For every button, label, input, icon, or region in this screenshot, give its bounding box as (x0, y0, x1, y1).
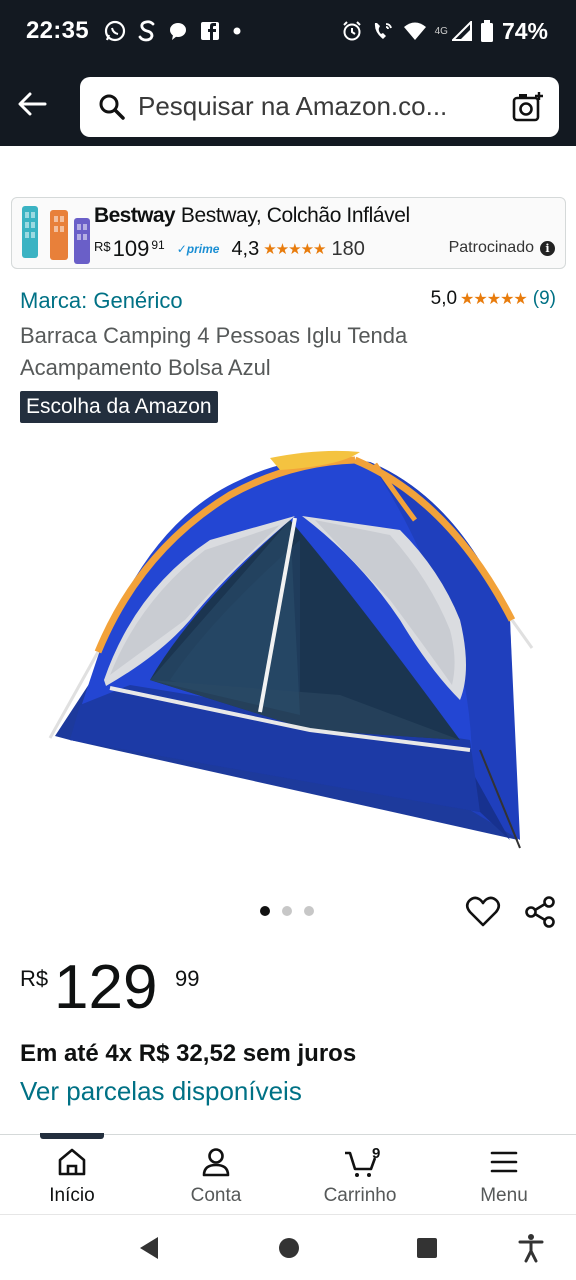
installments-link[interactable]: Ver parcelas disponíveis (20, 1076, 302, 1107)
nav-account[interactable]: Conta (156, 1145, 276, 1207)
ad-review-count: 180 (331, 237, 365, 260)
android-navigation-bar (0, 1214, 576, 1280)
cart-count-badge: 9 (372, 1145, 381, 1162)
ad-rating: 4,3 (231, 237, 260, 260)
call-wifi-icon (374, 23, 392, 39)
prime-badge: ✓prime (176, 242, 220, 256)
amazon-choice-badge: Escolha da Amazon (20, 391, 218, 423)
brand-link[interactable]: Marca: Genérico (20, 288, 183, 314)
nav-menu[interactable]: Menu (444, 1145, 564, 1207)
system-icons: 4G 74% (341, 16, 548, 46)
sponsored-text: Patrocinado (448, 239, 534, 256)
menu-icon (490, 1151, 518, 1173)
s-app-icon (138, 20, 155, 42)
nav-home[interactable]: Início (12, 1145, 132, 1207)
ad-star-rating: ★★★★★ (263, 241, 326, 258)
tent-product-image[interactable] (40, 440, 540, 860)
ad-price-whole: 109 (112, 236, 150, 261)
notification-icons (104, 16, 242, 46)
carousel-dots[interactable] (260, 906, 314, 916)
carousel-dot-active[interactable] (260, 906, 270, 916)
search-input[interactable]: Pesquisar na Amazon.co... (80, 77, 559, 137)
bottom-nav: Início Conta 9 Carrinho Menu (0, 1133, 576, 1214)
camera-scan-icon[interactable] (511, 90, 545, 124)
search-header: Pesquisar na Amazon.co... (0, 64, 576, 146)
wifi-icon (403, 22, 426, 40)
nav-account-label: Conta (190, 1185, 242, 1206)
nav-cart[interactable]: 9 Carrinho (300, 1145, 420, 1207)
ad-title: Bestway Bestway, Colchão Inflável (94, 204, 410, 228)
android-back-icon[interactable] (134, 1233, 164, 1263)
review-count: (9) (532, 288, 556, 309)
back-button[interactable] (12, 84, 52, 124)
ad-details: R$ 109 91 ✓prime 4,3 ★★★★★ 180 (94, 236, 365, 262)
sponsored-ad-banner[interactable]: Bestway Bestway, Colchão Inflável R$ 109… (11, 197, 566, 269)
product-rating[interactable]: 5,0 ★★★★★ (9) (431, 288, 556, 310)
battery-percent: 74% (501, 17, 548, 44)
nav-home-label: Início (49, 1185, 95, 1206)
active-tab-indicator (40, 1133, 104, 1139)
price-symbol: R$ (20, 966, 49, 991)
network-type-label: 4G (434, 25, 448, 37)
info-icon: i (540, 240, 555, 256)
status-time: 22:35 (26, 17, 89, 44)
signal-icon (451, 21, 472, 41)
more-dot-icon (233, 27, 241, 35)
price-cents: 99 (175, 966, 200, 991)
product-title: Barraca Camping 4 Pessoas Iglu Tenda Aca… (20, 323, 408, 380)
nav-menu-label: Menu (480, 1185, 528, 1206)
ad-price-symbol: R$ (94, 238, 111, 254)
share-icon[interactable] (522, 894, 558, 930)
whatsapp-icon (104, 20, 126, 42)
battery-icon (480, 20, 493, 42)
ad-price-cents: 91 (151, 238, 165, 252)
wishlist-heart-icon[interactable] (465, 894, 501, 930)
air-mattress-thumbnail (22, 206, 90, 264)
star-rating: ★★★★★ (460, 291, 528, 308)
back-arrow-icon (18, 92, 47, 116)
facebook-icon (201, 22, 219, 40)
search-placeholder: Pesquisar na Amazon.co... (138, 91, 448, 121)
android-recents-icon[interactable] (412, 1233, 442, 1263)
ad-brand: Bestway (94, 204, 176, 227)
user-icon (202, 1148, 230, 1177)
sponsored-label[interactable]: Patrocinado i (449, 239, 555, 257)
carousel-dot[interactable] (304, 906, 314, 916)
nav-cart-label: Carrinho (323, 1185, 397, 1206)
ad-product-name: Bestway, Colchão Inflável (180, 204, 410, 227)
installments-text: Em até 4x R$ 32,52 sem juros (20, 1040, 357, 1067)
search-icon (99, 94, 125, 120)
accessibility-icon[interactable] (516, 1233, 546, 1263)
android-home-icon[interactable] (274, 1233, 304, 1263)
chat-bubble-icon (170, 23, 186, 40)
rating-value: 5,0 (430, 288, 458, 309)
carousel-dot[interactable] (282, 906, 292, 916)
price-whole: 129 (54, 953, 158, 1022)
status-bar: 22:35 4G 74% (0, 0, 576, 64)
home-icon (58, 1148, 86, 1176)
alarm-icon (342, 21, 361, 41)
